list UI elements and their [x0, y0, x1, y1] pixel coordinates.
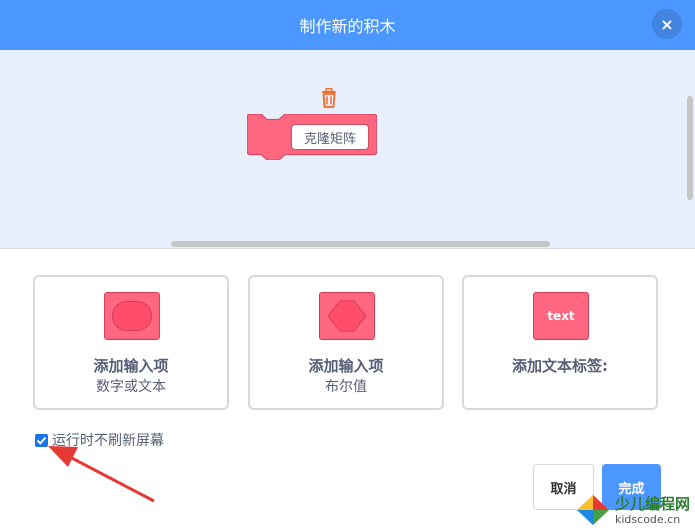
card-title: 添加文本标签: [512, 357, 608, 375]
checkmark-icon [36, 436, 47, 445]
add-boolean-input-card[interactable]: 添加输入项 布尔值 [248, 275, 444, 410]
custom-block-preview[interactable]: 克隆矩阵 [247, 114, 377, 160]
dialog-header: 制作新的积木 × [0, 0, 695, 50]
card-title: 添加输入项 [93, 357, 169, 375]
block-name-input[interactable]: 克隆矩阵 [291, 124, 369, 150]
watermark-title: 少儿编程网 [615, 495, 691, 513]
boolean-input-icon [319, 292, 375, 340]
text-label-icon: text [533, 292, 589, 340]
number-text-input-icon [104, 292, 160, 340]
trash-icon[interactable] [320, 87, 338, 108]
add-number-text-input-card[interactable]: 添加输入项 数字或文本 [33, 275, 229, 410]
horizontal-scrollbar[interactable] [171, 241, 550, 247]
vertical-scrollbar[interactable] [687, 96, 693, 200]
dialog-title: 制作新的积木 [299, 17, 396, 36]
close-icon: × [660, 14, 674, 34]
workspace-divider [0, 248, 695, 249]
watermark-url: kidscode.cn [615, 513, 681, 526]
text-icon-label: text [547, 309, 575, 323]
run-without-refresh-label: 运行时不刷新屏幕 [52, 433, 164, 449]
card-subtitle: 布尔值 [325, 379, 367, 395]
add-text-label-card[interactable]: text 添加文本标签: [462, 275, 658, 410]
watermark-logo-icon [577, 495, 609, 525]
card-subtitle: 数字或文本 [96, 379, 166, 395]
site-watermark: 少儿编程网 kidscode.cn [575, 491, 693, 529]
close-button[interactable]: × [652, 9, 682, 39]
card-title: 添加输入项 [308, 357, 384, 375]
run-without-refresh-checkbox[interactable] [35, 433, 48, 447]
run-without-refresh-option[interactable]: 运行时不刷新屏幕 [35, 430, 164, 450]
